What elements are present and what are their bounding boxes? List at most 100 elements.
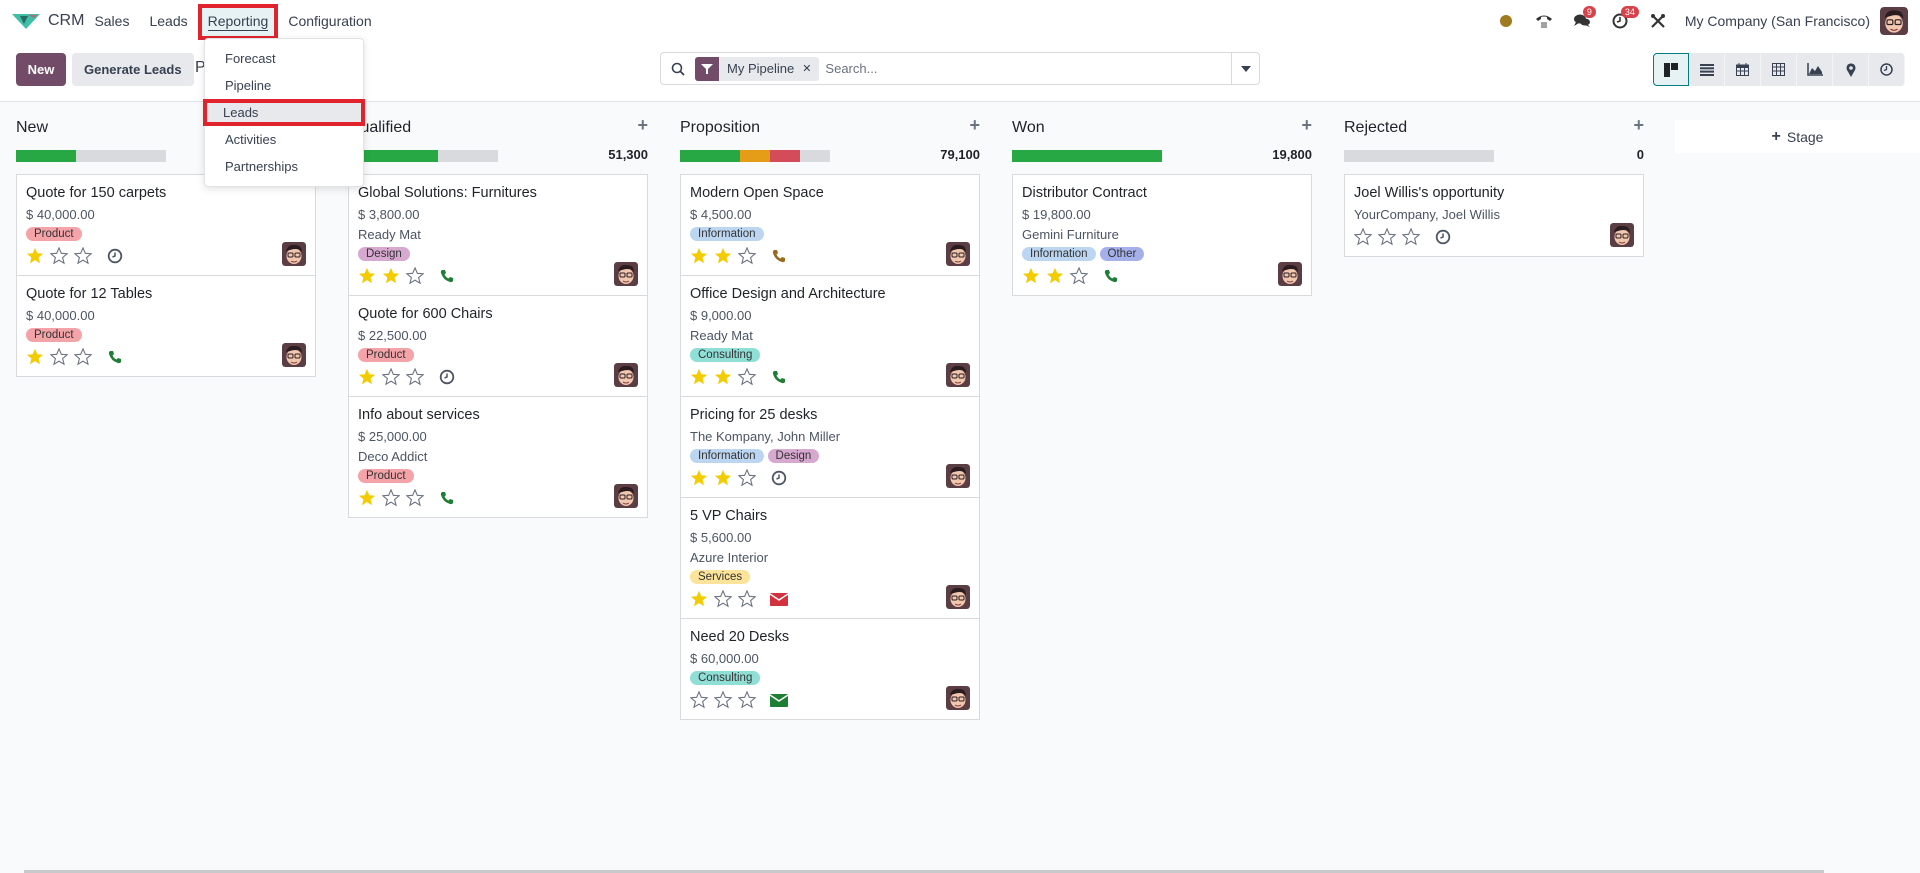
menu-item-activities[interactable]: Activities: [205, 126, 363, 153]
add-stage-button[interactable]: + Stage: [1675, 120, 1920, 153]
menu-reporting[interactable]: Reporting: [197, 4, 279, 40]
messages-button[interactable]: 9: [1567, 6, 1597, 36]
view-pivot-button[interactable]: [1761, 53, 1797, 86]
star-icon[interactable]: [382, 368, 406, 386]
user-avatar[interactable]: [1880, 7, 1908, 35]
star-icon[interactable]: [50, 348, 74, 366]
search-options-toggle[interactable]: [1231, 53, 1259, 84]
star-icon[interactable]: [1378, 228, 1402, 246]
kanban-card[interactable]: Quote for 12 Tables $ 40,000.00 Product: [16, 276, 316, 377]
progress-orange[interactable]: [740, 150, 770, 162]
priority-stars[interactable]: [690, 469, 762, 487]
priority-stars[interactable]: [26, 247, 98, 265]
star-icon[interactable]: [714, 247, 738, 265]
star-icon[interactable]: [358, 368, 382, 386]
envelope-icon[interactable]: [770, 691, 788, 709]
quick-create-plus-icon[interactable]: +: [637, 115, 648, 136]
menu-item-leads[interactable]: Leads: [203, 99, 365, 126]
voip-button[interactable]: [1529, 6, 1559, 36]
phone-icon[interactable]: [770, 368, 788, 386]
priority-stars[interactable]: [690, 368, 762, 386]
salesperson-avatar[interactable]: [282, 242, 306, 266]
priority-stars[interactable]: [26, 348, 98, 366]
star-icon[interactable]: [690, 469, 714, 487]
salesperson-avatar[interactable]: [946, 363, 970, 387]
star-icon[interactable]: [358, 267, 382, 285]
column-progress-bar[interactable]: [1012, 150, 1162, 162]
priority-stars[interactable]: [1354, 228, 1426, 246]
priority-stars[interactable]: [690, 590, 762, 608]
presence-status[interactable]: [1491, 6, 1521, 36]
column-progress-bar[interactable]: [680, 150, 830, 162]
kanban-card[interactable]: 5 VP Chairs $ 5,600.00 Azure Interior Servi…: [680, 498, 980, 619]
star-icon[interactable]: [406, 489, 430, 507]
column-progress-bar[interactable]: [1344, 150, 1494, 162]
kanban-card[interactable]: Modern Open Space $ 4,500.00 Information: [680, 174, 980, 276]
view-calendar-button[interactable]: [1725, 53, 1761, 86]
new-button[interactable]: New: [16, 53, 66, 86]
star-icon[interactable]: [690, 691, 714, 709]
star-icon[interactable]: [714, 368, 738, 386]
star-icon[interactable]: [738, 590, 762, 608]
salesperson-avatar[interactable]: [614, 363, 638, 387]
kanban-card[interactable]: Global Solutions: Furnitures $ 3,800.00 Re…: [348, 174, 648, 296]
column-header[interactable]: Won +19,800: [1012, 103, 1312, 163]
phone-icon[interactable]: [438, 267, 456, 285]
priority-stars[interactable]: [1022, 267, 1094, 285]
star-icon[interactable]: [26, 348, 50, 366]
kanban-card[interactable]: Quote for 600 Chairs $ 22,500.00 Product: [348, 296, 648, 397]
activities-button[interactable]: 34: [1605, 6, 1639, 36]
company-switcher[interactable]: My Company (San Francisco): [1685, 13, 1870, 29]
priority-stars[interactable]: [358, 368, 430, 386]
kanban-card[interactable]: Pricing for 25 desks The Kompany, John Mi…: [680, 397, 980, 498]
star-icon[interactable]: [26, 247, 50, 265]
star-icon[interactable]: [74, 247, 98, 265]
salesperson-avatar[interactable]: [946, 585, 970, 609]
star-icon[interactable]: [690, 368, 714, 386]
star-icon[interactable]: [74, 348, 98, 366]
salesperson-avatar[interactable]: [946, 686, 970, 710]
menu-leads[interactable]: Leads: [139, 4, 197, 38]
star-icon[interactable]: [738, 469, 762, 487]
star-icon[interactable]: [714, 590, 738, 608]
salesperson-avatar[interactable]: [946, 242, 970, 266]
column-header[interactable]: Qualified +51,300: [348, 103, 648, 163]
star-icon[interactable]: [382, 489, 406, 507]
generate-leads-button[interactable]: Generate Leads: [72, 53, 194, 86]
star-icon[interactable]: [1046, 267, 1070, 285]
kanban-card[interactable]: Distributor Contract $ 19,800.00 Gemini Fu…: [1012, 174, 1312, 296]
view-kanban-button[interactable]: [1653, 53, 1689, 86]
quick-create-plus-icon[interactable]: +: [1301, 115, 1312, 136]
priority-stars[interactable]: [690, 247, 762, 265]
menu-configuration[interactable]: Configuration: [278, 4, 381, 38]
view-graph-button[interactable]: [1797, 53, 1833, 86]
phone-icon[interactable]: [770, 247, 788, 265]
progress-green[interactable]: [680, 150, 740, 162]
salesperson-avatar[interactable]: [946, 464, 970, 488]
envelope-icon[interactable]: [770, 590, 788, 608]
star-icon[interactable]: [738, 247, 762, 265]
priority-stars[interactable]: [358, 489, 430, 507]
view-list-button[interactable]: [1689, 53, 1725, 86]
search-icon[interactable]: [661, 62, 695, 76]
star-icon[interactable]: [738, 691, 762, 709]
view-map-button[interactable]: [1833, 53, 1869, 86]
kanban-card[interactable]: Quote for 150 carpets $ 40,000.00 Product: [16, 174, 316, 276]
star-icon[interactable]: [738, 368, 762, 386]
star-icon[interactable]: [714, 469, 738, 487]
clock-icon[interactable]: [1434, 228, 1452, 246]
kanban-card[interactable]: Info about services $ 25,000.00 Deco Addic…: [348, 397, 648, 518]
star-icon[interactable]: [1402, 228, 1426, 246]
star-icon[interactable]: [358, 489, 382, 507]
progress-red[interactable]: [770, 150, 800, 162]
menu-item-partnerships[interactable]: Partnerships: [205, 153, 363, 180]
star-icon[interactable]: [690, 590, 714, 608]
debug-tools-button[interactable]: [1643, 6, 1673, 36]
star-icon[interactable]: [690, 247, 714, 265]
quick-create-plus-icon[interactable]: +: [1633, 115, 1644, 136]
view-activity-button[interactable]: [1869, 53, 1905, 86]
menu-item-pipeline[interactable]: Pipeline: [205, 72, 363, 99]
clock-icon[interactable]: [106, 247, 124, 265]
column-header[interactable]: Rejected +0: [1344, 103, 1644, 163]
star-icon[interactable]: [50, 247, 74, 265]
